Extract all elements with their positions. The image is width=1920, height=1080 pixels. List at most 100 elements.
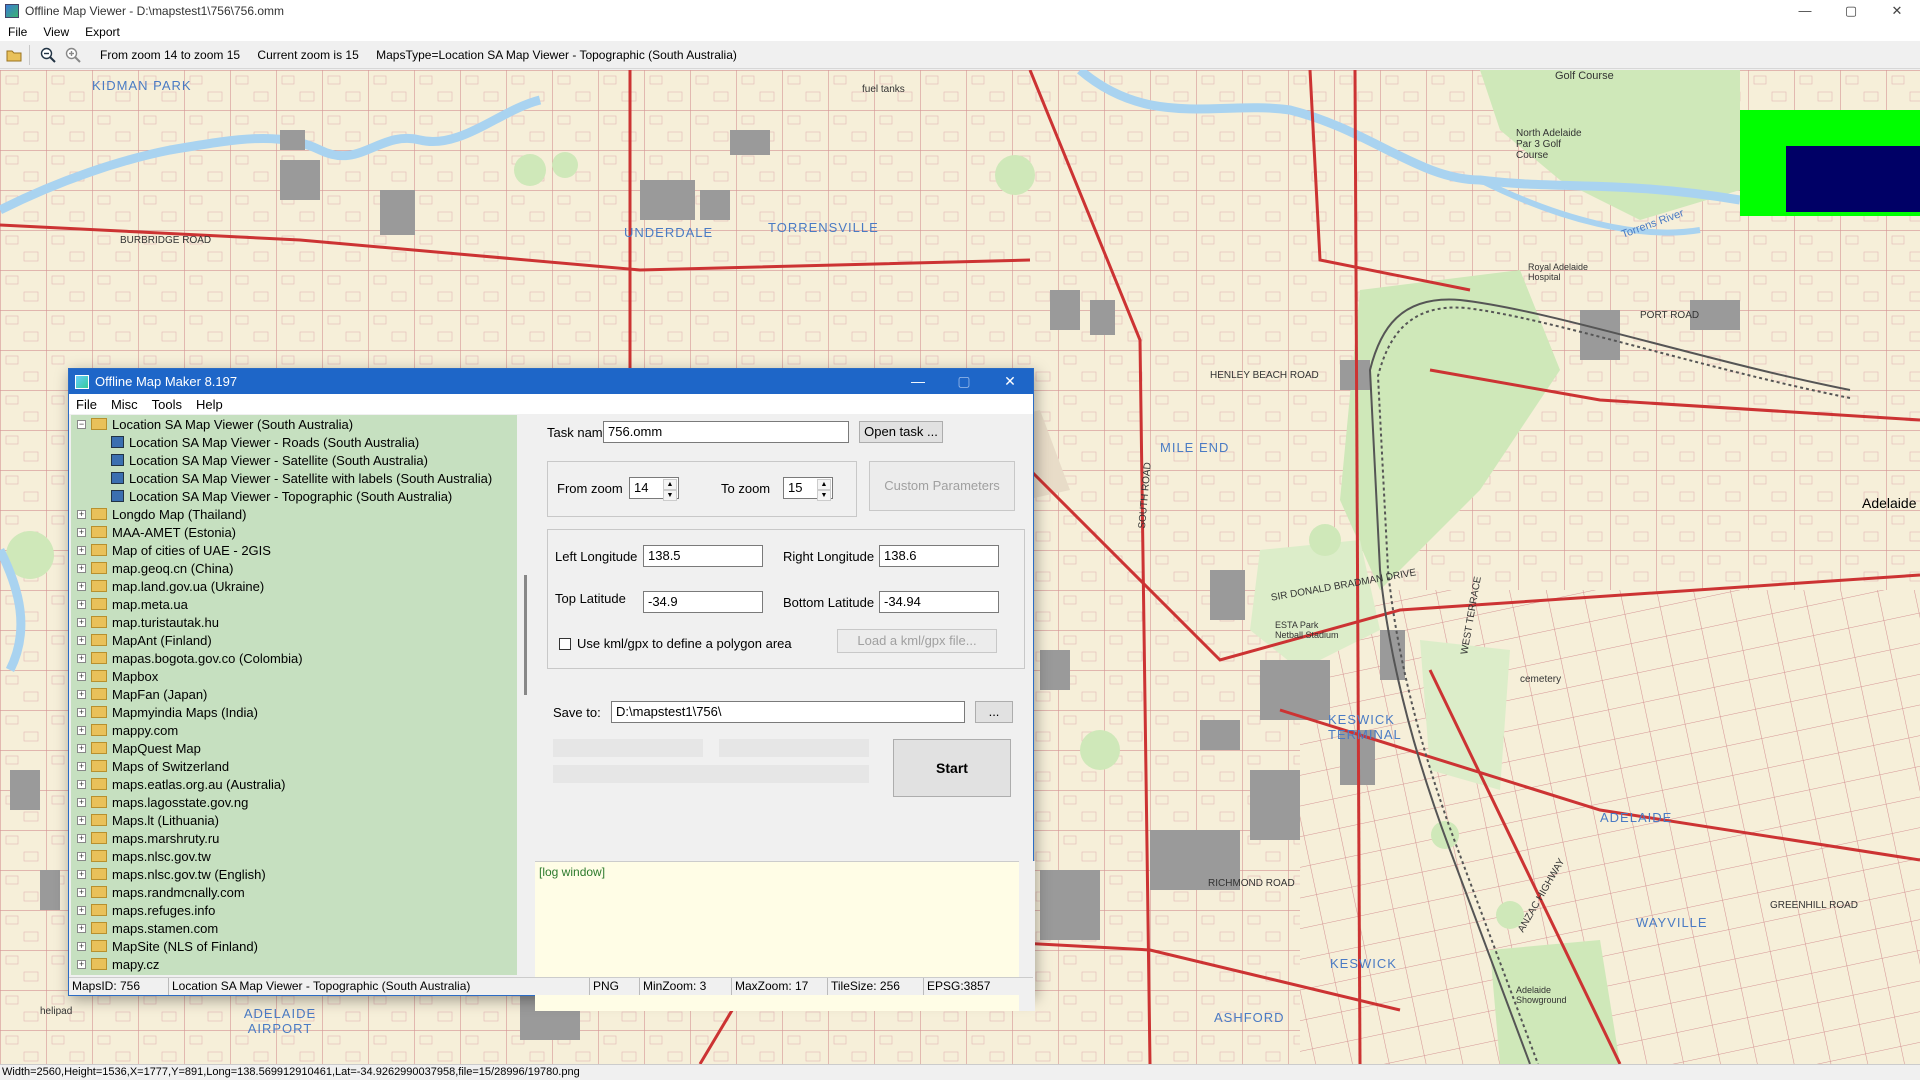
menu-file[interactable]: File: [0, 25, 35, 39]
current-zoom-text: Current zoom is 15: [257, 47, 359, 62]
menu-export[interactable]: Export: [77, 25, 128, 39]
dialog-menu-tools[interactable]: Tools: [145, 397, 189, 412]
folder-icon: [91, 850, 107, 862]
tree-node-provider[interactable]: + maps.eatlas.org.au (Australia): [71, 775, 517, 793]
tree-node-provider[interactable]: + maps.nlsc.gov.tw (English): [71, 865, 517, 883]
tree-node-provider[interactable]: + maps.randmcnally.com: [71, 883, 517, 901]
expand-icon[interactable]: +: [77, 833, 86, 843]
start-button[interactable]: Start: [893, 739, 1011, 797]
expand-icon[interactable]: +: [77, 923, 86, 933]
scroll-thumb[interactable]: [524, 575, 527, 695]
tree-node-root[interactable]: − Location SA Map Viewer (South Australia…: [71, 415, 517, 433]
expand-icon[interactable]: +: [77, 707, 86, 717]
bottom-latitude-input[interactable]: -34.94: [879, 591, 999, 613]
tree-node-provider[interactable]: + map.turistautak.hu: [71, 613, 517, 631]
open-task-button[interactable]: Open task ...: [859, 421, 943, 443]
tree-node-provider[interactable]: + maps.marshruty.ru: [71, 829, 517, 847]
tree-node-map-layer[interactable]: Location SA Map Viewer - Roads (South Au…: [71, 433, 517, 451]
tree-node-provider[interactable]: + MapAnt (Finland): [71, 631, 517, 649]
spin-up-icon[interactable]: ▲: [663, 479, 677, 490]
browse-button[interactable]: ...: [975, 701, 1013, 723]
maximize-button[interactable]: ▢: [1828, 0, 1874, 22]
dialog-menu-help[interactable]: Help: [189, 397, 230, 412]
dialog-maximize-button[interactable]: ▢: [941, 369, 987, 394]
tree-node-provider[interactable]: + Longdo Map (Thailand): [71, 505, 517, 523]
status-min-zoom: MinZoom: 3: [640, 978, 732, 995]
tree-node-map-layer[interactable]: Location SA Map Viewer - Satellite (Sout…: [71, 451, 517, 469]
dialog-menu-misc[interactable]: Misc: [104, 397, 145, 412]
expand-icon[interactable]: +: [77, 563, 86, 573]
dialog-minimize-button[interactable]: —: [895, 369, 941, 394]
expand-icon[interactable]: +: [77, 959, 86, 969]
task-name-input[interactable]: 756.omm: [603, 421, 849, 443]
save-to-input[interactable]: D:\mapstest1\756\: [611, 701, 965, 723]
expand-icon[interactable]: +: [77, 581, 86, 591]
expand-icon[interactable]: +: [77, 779, 86, 789]
tree-node-provider[interactable]: + map.geoq.cn (China): [71, 559, 517, 577]
tree-node-map-layer[interactable]: Location SA Map Viewer - Satellite with …: [71, 469, 517, 487]
tree-node-provider[interactable]: + mappy.com: [71, 721, 517, 739]
close-button[interactable]: ✕: [1874, 0, 1920, 22]
tree-node-map-layer[interactable]: Location SA Map Viewer - Topographic (So…: [71, 487, 517, 505]
tree-node-provider[interactable]: + Maps.lt (Lithuania): [71, 811, 517, 829]
expand-icon[interactable]: +: [77, 905, 86, 915]
from-zoom-spinner[interactable]: 14 ▲ ▼: [629, 477, 679, 501]
expand-icon[interactable]: +: [77, 869, 86, 879]
tree-node-provider[interactable]: + Map of cities of UAE - 2GIS: [71, 541, 517, 559]
tree-node-provider[interactable]: + Mapbox: [71, 667, 517, 685]
expand-icon[interactable]: +: [77, 653, 86, 663]
spin-down-icon[interactable]: ▼: [817, 490, 831, 501]
expand-icon[interactable]: +: [77, 545, 86, 555]
expand-icon[interactable]: +: [77, 725, 86, 735]
use-kml-checkbox[interactable]: [559, 638, 571, 650]
expand-icon[interactable]: +: [77, 851, 86, 861]
status-max-zoom: MaxZoom: 17: [732, 978, 828, 995]
minimize-button[interactable]: —: [1782, 0, 1828, 22]
zoom-out-button[interactable]: [37, 44, 59, 66]
tree-node-provider[interactable]: + mapas.bogota.gov.co (Colombia): [71, 649, 517, 667]
open-folder-button[interactable]: [3, 44, 25, 66]
tree-node-provider[interactable]: + maps.stamen.com: [71, 919, 517, 937]
from-zoom-value: 14: [634, 480, 649, 495]
expand-icon[interactable]: +: [77, 761, 86, 771]
map-source-tree[interactable]: − Location SA Map Viewer (South Australia…: [71, 415, 517, 975]
tree-node-provider[interactable]: + MapQuest Map: [71, 739, 517, 757]
spin-down-icon[interactable]: ▼: [663, 490, 677, 501]
top-latitude-input[interactable]: -34.9: [643, 591, 763, 613]
custom-parameters-button[interactable]: Custom Parameters: [869, 461, 1015, 511]
tree-node-provider[interactable]: + map.land.gov.ua (Ukraine): [71, 577, 517, 595]
tree-node-provider[interactable]: + mapy.cz: [71, 955, 517, 973]
expand-icon[interactable]: +: [77, 797, 86, 807]
expand-icon[interactable]: +: [77, 671, 86, 681]
expand-icon[interactable]: +: [77, 887, 86, 897]
expand-icon[interactable]: +: [77, 689, 86, 699]
tree-node-provider[interactable]: + maps.nlsc.gov.tw: [71, 847, 517, 865]
expand-icon[interactable]: +: [77, 509, 86, 519]
expand-icon[interactable]: +: [77, 941, 86, 951]
collapse-icon[interactable]: −: [77, 419, 86, 429]
tree-node-provider[interactable]: + MAA-AMET (Estonia): [71, 523, 517, 541]
menu-view[interactable]: View: [35, 25, 77, 39]
dialog-menu-file[interactable]: File: [69, 397, 104, 412]
expand-icon[interactable]: +: [77, 815, 86, 825]
tree-node-provider[interactable]: + Mapmyindia Maps (India): [71, 703, 517, 721]
spin-up-icon[interactable]: ▲: [817, 479, 831, 490]
expand-icon[interactable]: +: [77, 599, 86, 609]
left-longitude-input[interactable]: 138.5: [643, 545, 763, 567]
tree-node-provider[interactable]: + map.meta.ua: [71, 595, 517, 613]
tree-node-provider[interactable]: + maps.refuges.info: [71, 901, 517, 919]
folder-icon: [91, 814, 107, 826]
dialog-close-button[interactable]: ✕: [987, 369, 1033, 394]
to-zoom-spinner[interactable]: 15 ▲ ▼: [783, 477, 833, 501]
tree-node-provider[interactable]: + Maps of Switzerland: [71, 757, 517, 775]
expand-icon[interactable]: +: [77, 527, 86, 537]
expand-icon[interactable]: +: [77, 617, 86, 627]
tree-node-provider[interactable]: + MapFan (Japan): [71, 685, 517, 703]
right-longitude-input[interactable]: 138.6: [879, 545, 999, 567]
tree-node-provider[interactable]: + MapSite (NLS of Finland): [71, 937, 517, 955]
expand-icon[interactable]: +: [77, 743, 86, 753]
load-kml-button[interactable]: Load a kml/gpx file...: [837, 629, 997, 653]
expand-icon[interactable]: +: [77, 635, 86, 645]
zoom-in-button[interactable]: [62, 44, 84, 66]
tree-node-provider[interactable]: + maps.lagosstate.gov.ng: [71, 793, 517, 811]
